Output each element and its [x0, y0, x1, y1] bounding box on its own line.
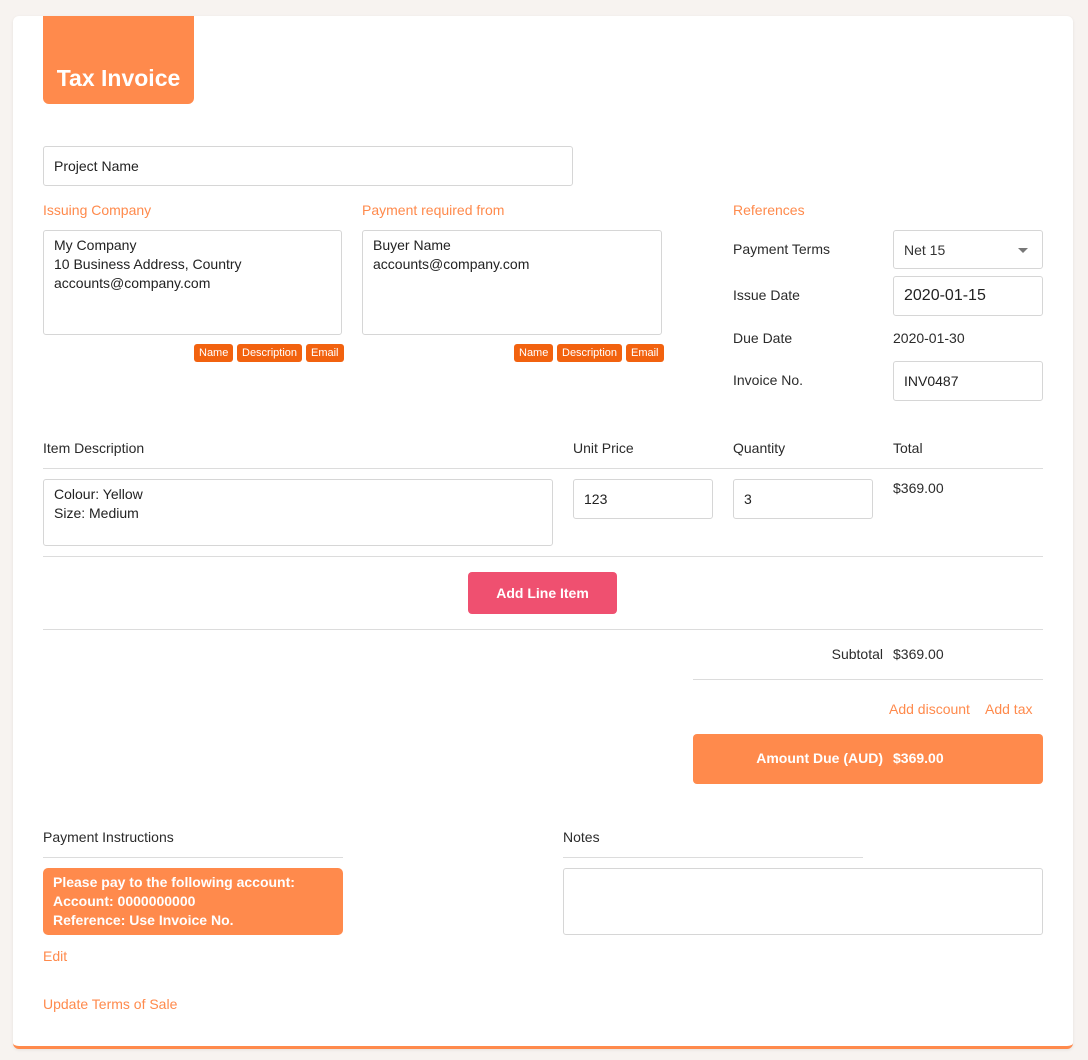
- subtotal-label: Subtotal: [831, 646, 883, 662]
- quantity-header: Quantity: [733, 440, 786, 456]
- item-description-textarea[interactable]: Colour: Yellow Size: Medium: [43, 479, 553, 546]
- issuing-email-chip[interactable]: Email: [306, 344, 344, 362]
- payment-instructions-label: Payment Instructions: [43, 829, 174, 845]
- issue-date-value: 2020-01-15: [904, 287, 986, 304]
- payment-instructions-divider: [43, 857, 343, 858]
- payment-from-textarea[interactable]: Buyer Name accounts@company.com: [362, 230, 662, 335]
- issuing-description-chip[interactable]: Description: [237, 344, 303, 362]
- chevron-down-icon: [1018, 248, 1028, 253]
- subtotal-divider: [693, 679, 1043, 680]
- payment-from-label: Payment required from: [362, 202, 505, 218]
- invoice-no-label: Invoice No.: [733, 372, 804, 388]
- payment-terms-select[interactable]: Net 15: [893, 230, 1043, 269]
- payment-instructions-box: Please pay to the following account: Acc…: [43, 868, 343, 935]
- total-header: Total: [893, 440, 923, 456]
- add-discount-link[interactable]: Add discount: [889, 701, 970, 717]
- notes-textarea[interactable]: [563, 868, 1043, 935]
- due-date-value: 2020-01-30: [893, 330, 965, 346]
- amount-due-value: $369.00: [893, 750, 944, 766]
- update-terms-link[interactable]: Update Terms of Sale: [43, 996, 177, 1012]
- amount-due-label: Amount Due (AUD): [756, 750, 883, 766]
- table-header-divider: [43, 468, 1043, 469]
- add-line-item-button[interactable]: Add Line Item: [468, 572, 617, 614]
- issuing-company-textarea[interactable]: My Company 10 Business Address, Country …: [43, 230, 342, 335]
- invoice-title-tab: Tax Invoice: [43, 16, 194, 104]
- item-description-header: Item Description: [43, 440, 145, 456]
- notes-divider: [563, 857, 863, 858]
- issue-date-label: Issue Date: [733, 287, 800, 303]
- unit-price-input[interactable]: 123: [573, 479, 713, 519]
- subtotal-value: $369.00: [893, 646, 944, 662]
- due-date-label: Due Date: [733, 330, 793, 346]
- payment-terms-value: Net 15: [904, 241, 946, 258]
- payment-from-email-chip[interactable]: Email: [626, 344, 664, 362]
- item-total: $369.00: [893, 480, 944, 496]
- project-name-value: Project Name: [54, 158, 139, 174]
- table-row-divider: [43, 556, 1043, 557]
- edit-payment-instructions-link[interactable]: Edit: [43, 948, 67, 964]
- invoice-card: Tax Invoice Project Name Issuing Company…: [13, 16, 1073, 1049]
- invoice-no-value: INV0487: [904, 373, 959, 389]
- issue-date-input[interactable]: 2020-01-15: [893, 276, 1043, 316]
- add-line-item-label: Add Line Item: [496, 585, 589, 601]
- amount-due-bar: Amount Due (AUD) $369.00: [693, 734, 1043, 784]
- quantity-value: 3: [744, 491, 752, 507]
- references-label: References: [733, 202, 805, 218]
- issuing-name-chip[interactable]: Name: [194, 344, 234, 362]
- unit-price-value: 123: [584, 491, 608, 507]
- payment-from-description-chip[interactable]: Description: [557, 344, 623, 362]
- unit-price-header: Unit Price: [573, 440, 634, 456]
- issuing-company-label: Issuing Company: [43, 202, 152, 218]
- items-bottom-divider: [43, 629, 1043, 630]
- project-name-input[interactable]: Project Name: [43, 146, 573, 186]
- invoice-no-input[interactable]: INV0487: [893, 361, 1043, 401]
- payment-from-name-chip[interactable]: Name: [514, 344, 554, 362]
- notes-label: Notes: [563, 829, 600, 845]
- quantity-input[interactable]: 3: [733, 479, 873, 519]
- add-tax-link[interactable]: Add tax: [985, 701, 1032, 717]
- payment-terms-label: Payment Terms: [733, 241, 830, 257]
- page-title: Tax Invoice: [56, 65, 181, 91]
